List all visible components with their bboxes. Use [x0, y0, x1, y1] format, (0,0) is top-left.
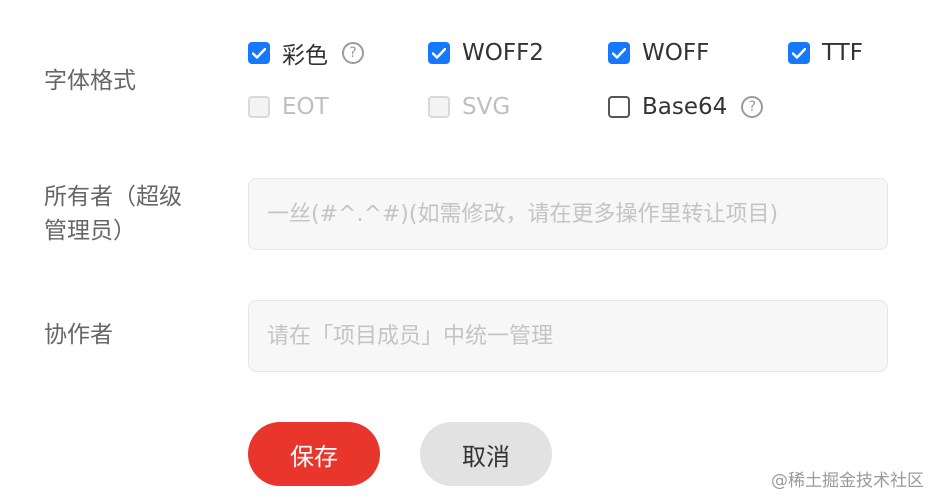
watermark-text: @稀土掘金技术社区 [771, 471, 924, 491]
checkbox-color[interactable]: 彩色 ? [248, 36, 364, 70]
checkbox-ttf[interactable]: TTF [788, 36, 863, 70]
checkbox-svg: SVG [428, 90, 510, 124]
owner-input[interactable] [248, 178, 888, 250]
checkbox-disabled-icon [428, 96, 450, 118]
checkbox-eot: EOT [248, 90, 329, 124]
checkbox-disabled-icon [248, 96, 270, 118]
checkbox-label: EOT [282, 94, 329, 120]
checkbox-label: WOFF2 [462, 40, 544, 66]
checkbox-label: Base64 [642, 94, 728, 120]
collaborators-label: 协作者 [44, 322, 113, 348]
checkbox-label: WOFF [642, 40, 710, 66]
help-icon[interactable]: ? [342, 42, 364, 64]
checkbox-label: SVG [462, 94, 511, 120]
checkbox-label: TTF [822, 40, 863, 66]
save-button[interactable]: 保存 [248, 422, 380, 486]
owner-label: 所有者（超级管理员） [44, 184, 182, 244]
font-format-label: 字体格式 [44, 68, 136, 94]
project-settings-form: 字体格式 彩色 ? WOFF2 WOFF TTF EOT SVG Base64 [0, 0, 940, 504]
collaborators-input[interactable] [248, 300, 888, 372]
checkbox-label: 彩色 [282, 43, 328, 69]
checkbox-checked-icon[interactable] [608, 42, 630, 64]
checkbox-woff[interactable]: WOFF [608, 36, 709, 70]
cancel-button[interactable]: 取消 [420, 422, 552, 486]
checkbox-checked-icon[interactable] [428, 42, 450, 64]
help-icon[interactable]: ? [741, 96, 764, 118]
checkbox-unchecked-icon[interactable] [608, 96, 630, 118]
checkbox-checked-icon[interactable] [788, 42, 810, 64]
checkbox-woff2[interactable]: WOFF2 [428, 36, 544, 70]
checkbox-checked-icon[interactable] [248, 42, 270, 64]
checkbox-base64[interactable]: Base64 ? [608, 90, 764, 124]
